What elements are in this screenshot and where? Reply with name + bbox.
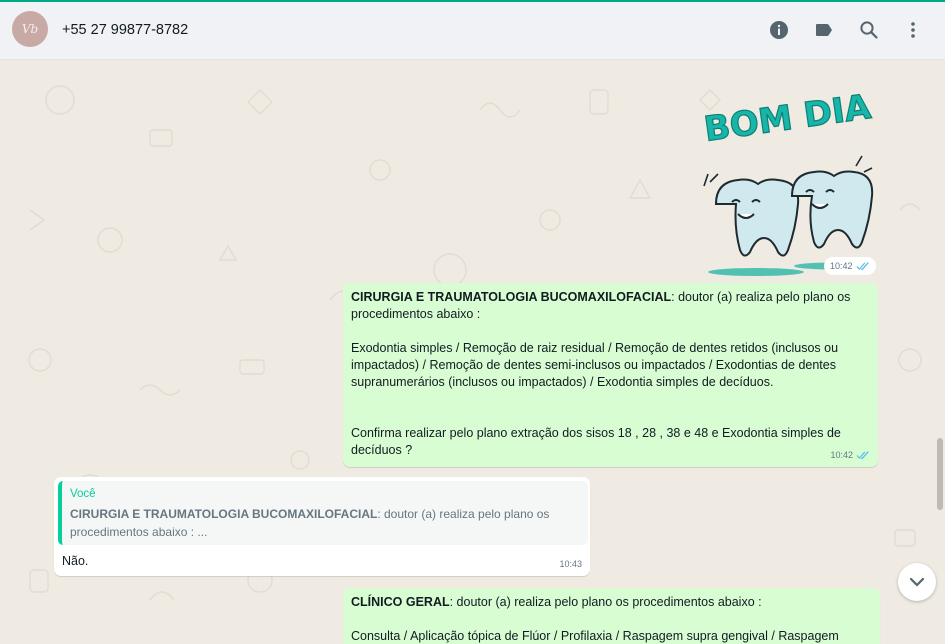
quote-text: CIRURGIA E TRAUMATOLOGIA BUCOMAXILOFACIA… xyxy=(70,505,580,541)
message-timestamp: 10:43 xyxy=(559,556,582,573)
message-bubble-incoming[interactable]: Você CIRURGIA E TRAUMATOLOGIA BUCOMAXILO… xyxy=(54,477,590,576)
message-time: 10:43 xyxy=(559,559,582,569)
double-check-icon xyxy=(856,451,869,460)
sticker-timestamp: 10:42 xyxy=(824,257,876,275)
message-procedures: Exodontia simples / Remoção de raiz resi… xyxy=(351,341,839,389)
message-bubble-outgoing[interactable]: CLÍNICO GERAL: doutor (a) realiza pelo p… xyxy=(343,588,880,644)
message-text: Não. xyxy=(62,554,89,568)
message-body: CLÍNICO GERAL: doutor (a) realiza pelo p… xyxy=(351,594,871,644)
message-bubble-outgoing[interactable]: CIRURGIA E TRAUMATOLOGIA BUCOMAXILOFACIA… xyxy=(343,283,878,467)
message-body: CIRURGIA E TRAUMATOLOGIA BUCOMAXILOFACIA… xyxy=(351,289,866,459)
menu-icon[interactable] xyxy=(901,18,925,42)
chat-header: Vb +55 27 99877-8782 xyxy=(0,2,945,60)
label-icon[interactable] xyxy=(812,18,836,42)
info-icon[interactable] xyxy=(767,18,791,42)
message-intro: : doutor (a) realiza pelo plano os proce… xyxy=(449,595,762,609)
message-time: 10:42 xyxy=(830,261,853,271)
message-question: Confirma realizar pelo plano extração do… xyxy=(351,426,841,457)
avatar[interactable]: Vb xyxy=(12,11,48,47)
scroll-to-bottom-button[interactable] xyxy=(898,563,936,601)
message-title: CLÍNICO GERAL xyxy=(351,595,450,609)
chevron-down-icon xyxy=(909,577,925,587)
message-time: 10:42 xyxy=(830,450,853,460)
scrollbar-thumb[interactable] xyxy=(937,438,943,510)
bom-dia-sticker[interactable]: BOM DIA xyxy=(696,86,875,278)
contact-name[interactable]: +55 27 99877-8782 xyxy=(62,22,188,38)
sticker-text: BOM DIA xyxy=(702,87,874,150)
chat-panel[interactable]: BOM DIA 10:42 CIRURGIA E TRAUMATOLOGIA B… xyxy=(0,60,945,644)
message-timestamp: 10:42 xyxy=(830,447,870,464)
quote-title: CIRURGIA E TRAUMATOLOGIA BUCOMAXILOFACIA… xyxy=(70,507,378,521)
message-procedures: Consulta / Aplicação tópica de Flúor / P… xyxy=(351,629,839,643)
quoted-message[interactable]: Você CIRURGIA E TRAUMATOLOGIA BUCOMAXILO… xyxy=(58,481,588,545)
search-icon[interactable] xyxy=(857,18,881,42)
quote-author: Você xyxy=(70,488,96,500)
double-check-icon xyxy=(855,261,869,270)
avatar-text: Vb xyxy=(21,22,39,36)
message-title: CIRURGIA E TRAUMATOLOGIA BUCOMAXILOFACIA… xyxy=(351,290,672,304)
